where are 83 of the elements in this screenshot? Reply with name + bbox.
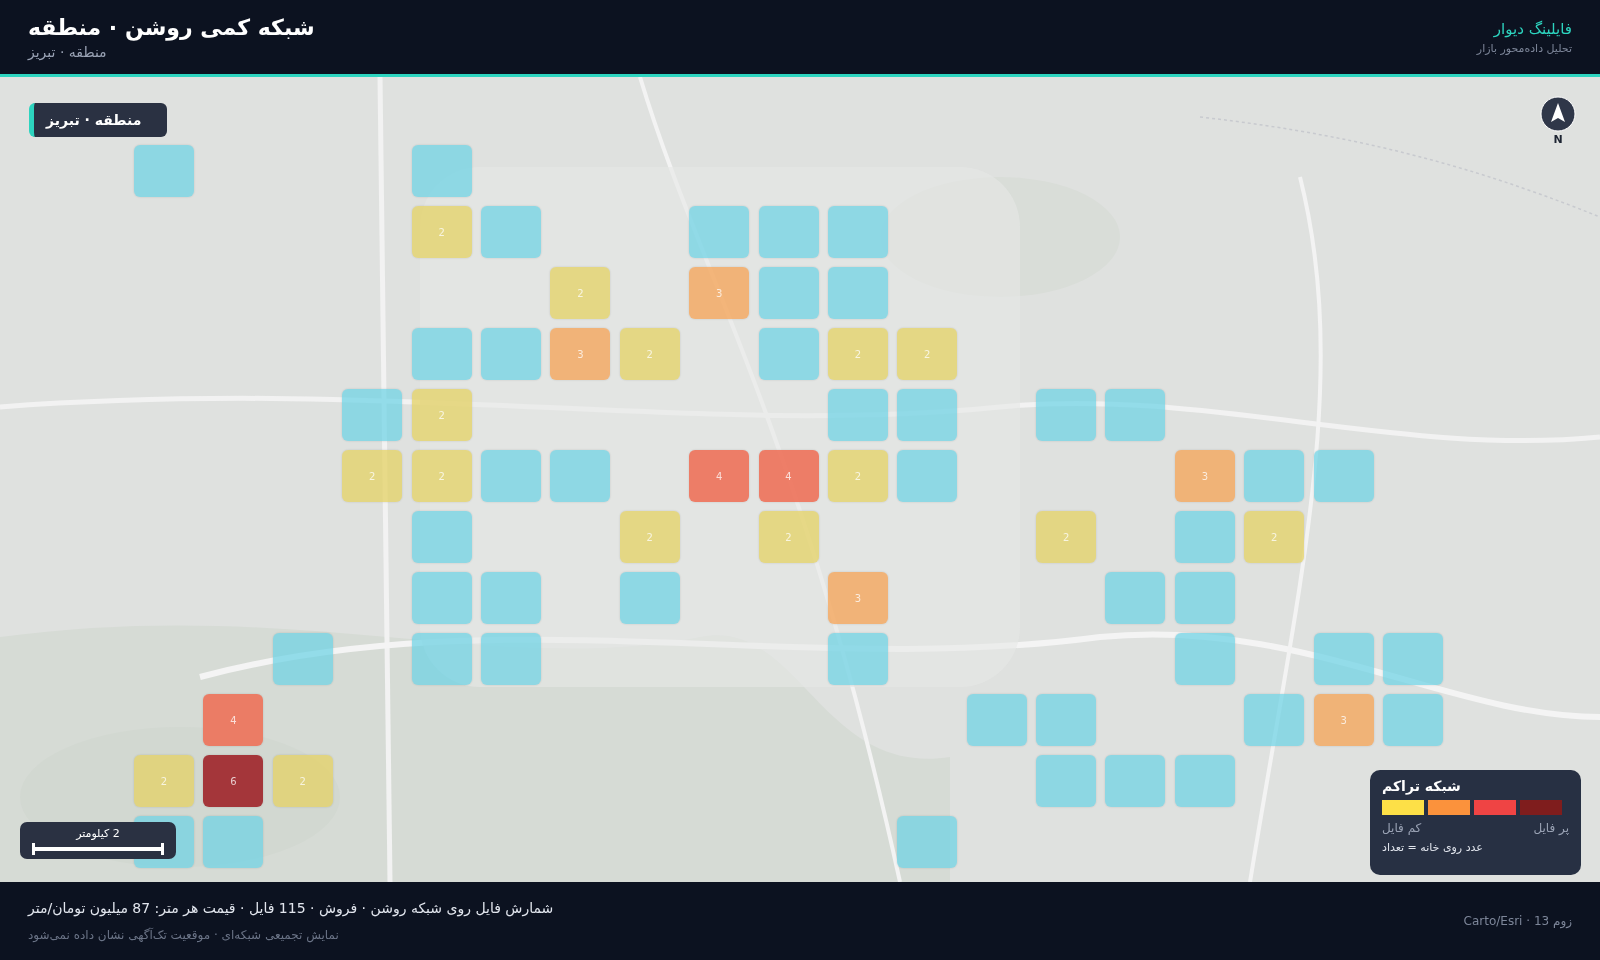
scale-label: 2 کیلومتر bbox=[76, 826, 120, 840]
grid-cell: 2 bbox=[827, 450, 888, 502]
map-source: زوم 13 · Carto/Esri bbox=[1463, 914, 1572, 928]
grid-cell: 3 bbox=[689, 267, 750, 319]
grid-cell bbox=[689, 206, 750, 258]
grid-cell bbox=[1174, 511, 1235, 563]
grid-cell: 4 bbox=[689, 450, 750, 502]
grid-cell bbox=[1244, 450, 1305, 502]
grid-cell bbox=[480, 572, 541, 624]
grid-cell bbox=[480, 450, 541, 502]
grid-cell bbox=[1036, 389, 1097, 441]
legend-title: شبکه تراکم bbox=[1382, 778, 1461, 794]
grid-cell bbox=[758, 328, 819, 380]
grid-cell: 2 bbox=[342, 450, 403, 502]
grid-cell bbox=[897, 450, 958, 502]
grid-cell: 2 bbox=[619, 511, 680, 563]
grid-cell bbox=[1383, 633, 1444, 685]
grid-cell bbox=[897, 816, 958, 868]
grid-cell bbox=[1036, 755, 1097, 807]
grid-cell: 2 bbox=[411, 450, 472, 502]
grid-cell bbox=[827, 267, 888, 319]
grid-cell: 3 bbox=[1174, 450, 1235, 502]
grid-cell bbox=[1383, 694, 1444, 746]
grid-cell: 2 bbox=[1036, 511, 1097, 563]
grid-cell: 2 bbox=[134, 755, 194, 807]
grid-cell: 6 bbox=[203, 755, 264, 807]
grid-cell bbox=[827, 389, 888, 441]
grid-cell: 2 bbox=[272, 755, 333, 807]
grid-cell bbox=[550, 450, 611, 502]
page-title: شبکه کمی روشن · منطقه bbox=[28, 14, 315, 40]
grid-cell: 2 bbox=[550, 267, 611, 319]
grid-cell: 2 bbox=[619, 328, 680, 380]
grid-cell bbox=[1036, 694, 1097, 746]
grid-cell: 3 bbox=[827, 572, 888, 624]
summary-text: شمارش فایل روی شبکه روشن · فروش · 115 فایل · قیمت هر متر: 87 میلیون تومان/متر bbox=[28, 900, 554, 916]
grid-cell: 2 bbox=[1244, 511, 1305, 563]
grid-cell bbox=[203, 816, 264, 868]
legend-high-label: پر فایل bbox=[1533, 821, 1569, 835]
grid-cell bbox=[1174, 633, 1235, 685]
grid-cell bbox=[1105, 755, 1166, 807]
legend-note: عدد روی خانه = تعداد bbox=[1382, 841, 1483, 854]
grid-cell bbox=[411, 328, 472, 380]
grid-cell bbox=[1313, 633, 1374, 685]
brand-tagline: تحلیل داده‌محور بازار bbox=[1476, 41, 1572, 55]
grid-cell bbox=[342, 389, 403, 441]
grid-cell: 2 bbox=[827, 328, 888, 380]
grid-cell: 4 bbox=[203, 694, 264, 746]
grid-cell bbox=[411, 511, 472, 563]
scale-line-icon bbox=[32, 842, 164, 855]
grid-cell: 2 bbox=[897, 328, 958, 380]
grid-cell: 2 bbox=[411, 389, 472, 441]
grid-cell bbox=[1105, 389, 1166, 441]
grid-cell bbox=[619, 572, 680, 624]
region-badge: منطقه · تبریز bbox=[29, 103, 168, 137]
grid-cell bbox=[1174, 755, 1235, 807]
grid-cell bbox=[411, 145, 472, 197]
grid-cell: 2 bbox=[758, 511, 819, 563]
grid-cell bbox=[827, 206, 888, 258]
grid-cell bbox=[134, 145, 194, 197]
grid-cell bbox=[1313, 450, 1374, 502]
grid-cell: 2 bbox=[411, 206, 472, 258]
grid-cell bbox=[411, 633, 472, 685]
grid-cell: 3 bbox=[1313, 694, 1374, 746]
grid-cell bbox=[827, 633, 888, 685]
footer-note: نمایش تجمیعی شبکه‌ای · موقعیت تک‌آگهی نشان داده نمی‌شود bbox=[28, 928, 339, 942]
grid-cell: 4 bbox=[758, 450, 819, 502]
legend-low-label: کم فایل bbox=[1382, 821, 1422, 835]
grid-cell bbox=[1105, 572, 1166, 624]
grid-cell bbox=[758, 267, 819, 319]
page-subtitle: منطقه · تبریز bbox=[28, 43, 107, 60]
grid-cell bbox=[897, 389, 958, 441]
grid-cell bbox=[480, 328, 541, 380]
grid-cell bbox=[480, 633, 541, 685]
grid-cell bbox=[272, 633, 333, 685]
grid-cell bbox=[1244, 694, 1305, 746]
brand-name: فایلینگ دیوار bbox=[1493, 19, 1572, 38]
grid-cell bbox=[1174, 572, 1235, 624]
grid-cell bbox=[966, 694, 1027, 746]
grid-cell: 3 bbox=[550, 328, 611, 380]
grid-cell bbox=[411, 572, 472, 624]
north-label: N bbox=[1553, 133, 1563, 146]
grid-cell bbox=[480, 206, 541, 258]
grid-cell bbox=[758, 206, 819, 258]
